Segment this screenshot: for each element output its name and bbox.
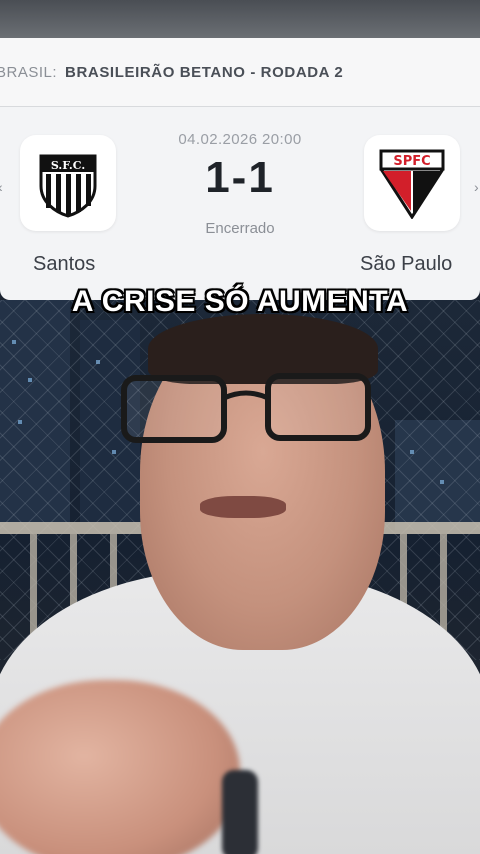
league-name: BRASILEIRÃO BETANO - RODADA 2 [65,63,344,81]
person-mouth [200,496,286,518]
league-country: BRASIL: [0,63,58,81]
video-frame[interactable] [0,300,480,854]
match-area: ‹ › S.F.C. 04.02.2026 20:00 1-1 Encerrad… [0,107,480,300]
video-caption: A CRISE SÓ AUMENTA [71,284,409,319]
top-strip [0,0,480,38]
home-team-name[interactable]: Santos [33,253,95,276]
glasses-icon [121,373,371,443]
league-header[interactable]: BRASIL: BRASILEIRÃO BETANO - RODADA 2 [0,38,480,107]
away-team-crest[interactable]: SPFC [364,135,460,231]
spfc-crest-icon: SPFC [379,149,445,219]
wristwatch-icon [222,770,258,854]
away-team-name[interactable]: São Paulo [360,253,452,276]
spfc-crest-text: SPFC [393,154,430,169]
match-score-card[interactable]: BRASIL: BRASILEIRÃO BETANO - RODADA 2 ‹ … [0,38,480,300]
